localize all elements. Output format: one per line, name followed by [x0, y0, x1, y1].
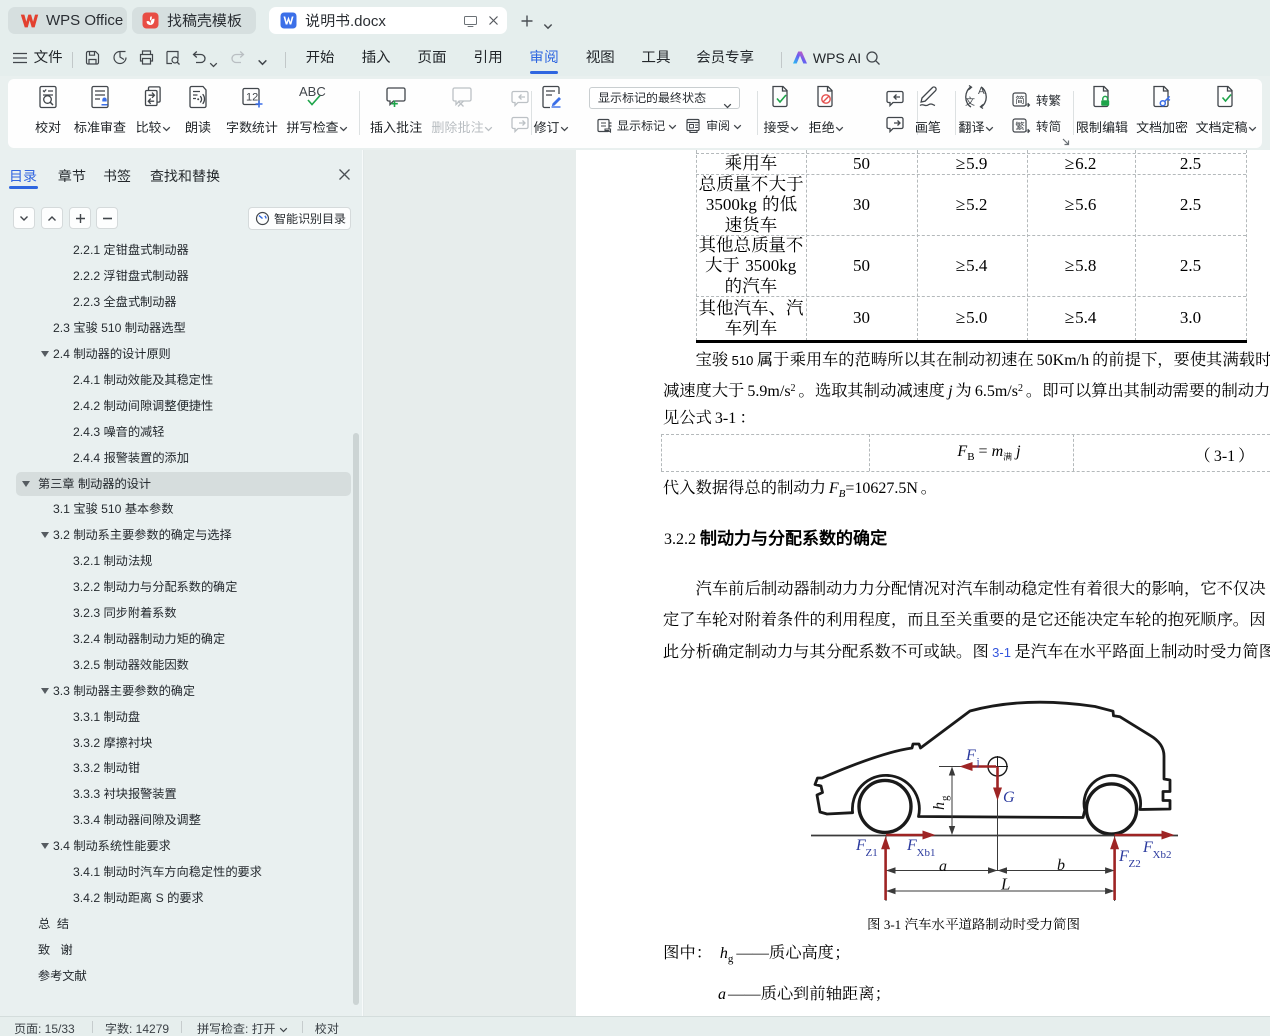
svg-text:12: 12 [246, 92, 258, 104]
svg-text:h: h [931, 802, 948, 810]
svg-text:简: 简 [1015, 92, 1025, 106]
svg-text:a: a [939, 858, 947, 875]
svg-text:文: 文 [965, 93, 976, 108]
svg-text:G: G [1003, 789, 1015, 806]
svg-text:Xb1: Xb1 [917, 847, 936, 859]
svg-text:Xb2: Xb2 [1153, 849, 1172, 861]
svg-text:g: g [939, 795, 951, 801]
svg-text:F: F [1142, 839, 1153, 856]
svg-text:Z1: Z1 [866, 847, 878, 859]
svg-text:F: F [855, 837, 866, 854]
svg-text:ABC: ABC [299, 84, 326, 99]
svg-text:F: F [965, 747, 976, 764]
svg-text:L: L [1000, 875, 1010, 894]
svg-text:F: F [906, 837, 917, 854]
svg-text:j: j [976, 756, 980, 768]
svg-text:b: b [1057, 857, 1065, 874]
svg-text:繁: 繁 [1015, 118, 1025, 132]
svg-text:Z2: Z2 [1129, 858, 1141, 870]
svg-text:A: A [978, 86, 985, 97]
svg-text:F: F [1118, 848, 1129, 865]
